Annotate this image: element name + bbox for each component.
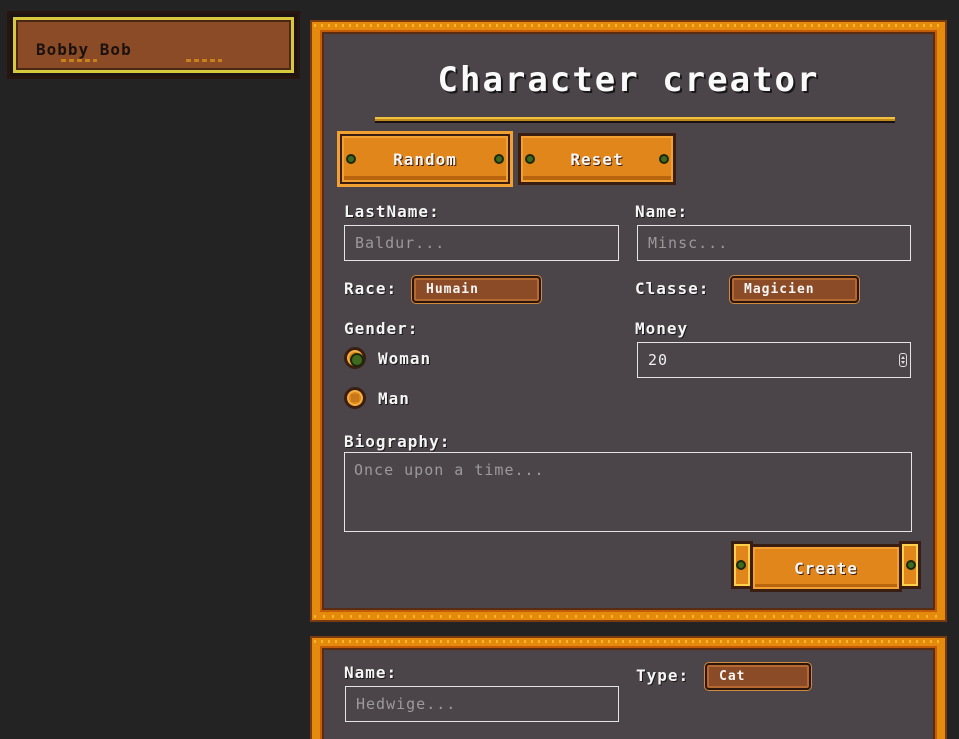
money-input[interactable]: 20 — [637, 342, 911, 378]
biography-textarea[interactable] — [344, 452, 912, 532]
biography-label: Biography: — [344, 432, 451, 451]
bolt-icon — [494, 154, 504, 164]
reset-button-label: Reset — [570, 149, 624, 169]
lastname-label: LastName: — [344, 202, 440, 221]
classe-label: Classe: — [635, 279, 710, 298]
money-label: Money — [635, 319, 689, 338]
create-button-label: Create — [794, 558, 858, 578]
gender-label: Gender: — [344, 319, 419, 338]
bolt-icon — [736, 560, 746, 570]
create-button[interactable]: Create — [731, 541, 921, 592]
title-divider — [375, 117, 895, 123]
character-list: Bobby Bob — [7, 11, 300, 79]
character-name: Bobby Bob — [36, 40, 132, 59]
bolt-icon — [659, 154, 669, 164]
gender-woman-radio[interactable] — [344, 347, 366, 369]
race-select[interactable]: Humain — [412, 276, 541, 303]
page-title: Character creator — [437, 60, 820, 100]
spinner-icon[interactable] — [899, 353, 907, 367]
gender-man-label: Man — [378, 389, 410, 408]
bolt-icon — [906, 560, 916, 570]
character-list-item-frame: Bobby Bob — [13, 17, 294, 73]
race-label: Race: — [344, 279, 398, 298]
pet-name-label: Name: — [344, 663, 398, 682]
pet-type-select[interactable]: Cat — [705, 663, 811, 690]
money-value: 20 — [648, 351, 669, 369]
name-label: Name: — [635, 202, 689, 221]
random-button[interactable]: Random — [337, 131, 513, 187]
random-button-label: Random — [393, 149, 457, 169]
button-cap-left — [731, 541, 753, 589]
gender-woman-label: Woman — [378, 349, 432, 368]
pet-creator-panel: Name: Type: Cat — [312, 638, 945, 739]
bolt-icon — [346, 154, 356, 164]
gender-man-radio[interactable] — [344, 387, 366, 409]
decoration — [61, 59, 97, 62]
reset-button[interactable]: Reset — [518, 133, 676, 185]
character-list-item[interactable]: Bobby Bob — [7, 11, 300, 79]
pet-name-input[interactable] — [345, 686, 619, 722]
classe-select[interactable]: Magicien — [730, 276, 859, 303]
name-input[interactable] — [637, 225, 911, 261]
decoration — [186, 59, 222, 62]
lastname-input[interactable] — [344, 225, 619, 261]
button-cap-right — [899, 541, 921, 589]
pet-type-label: Type: — [636, 666, 690, 685]
character-creator-panel: Character creator Random Reset LastName:… — [312, 22, 945, 620]
bolt-icon — [525, 154, 535, 164]
